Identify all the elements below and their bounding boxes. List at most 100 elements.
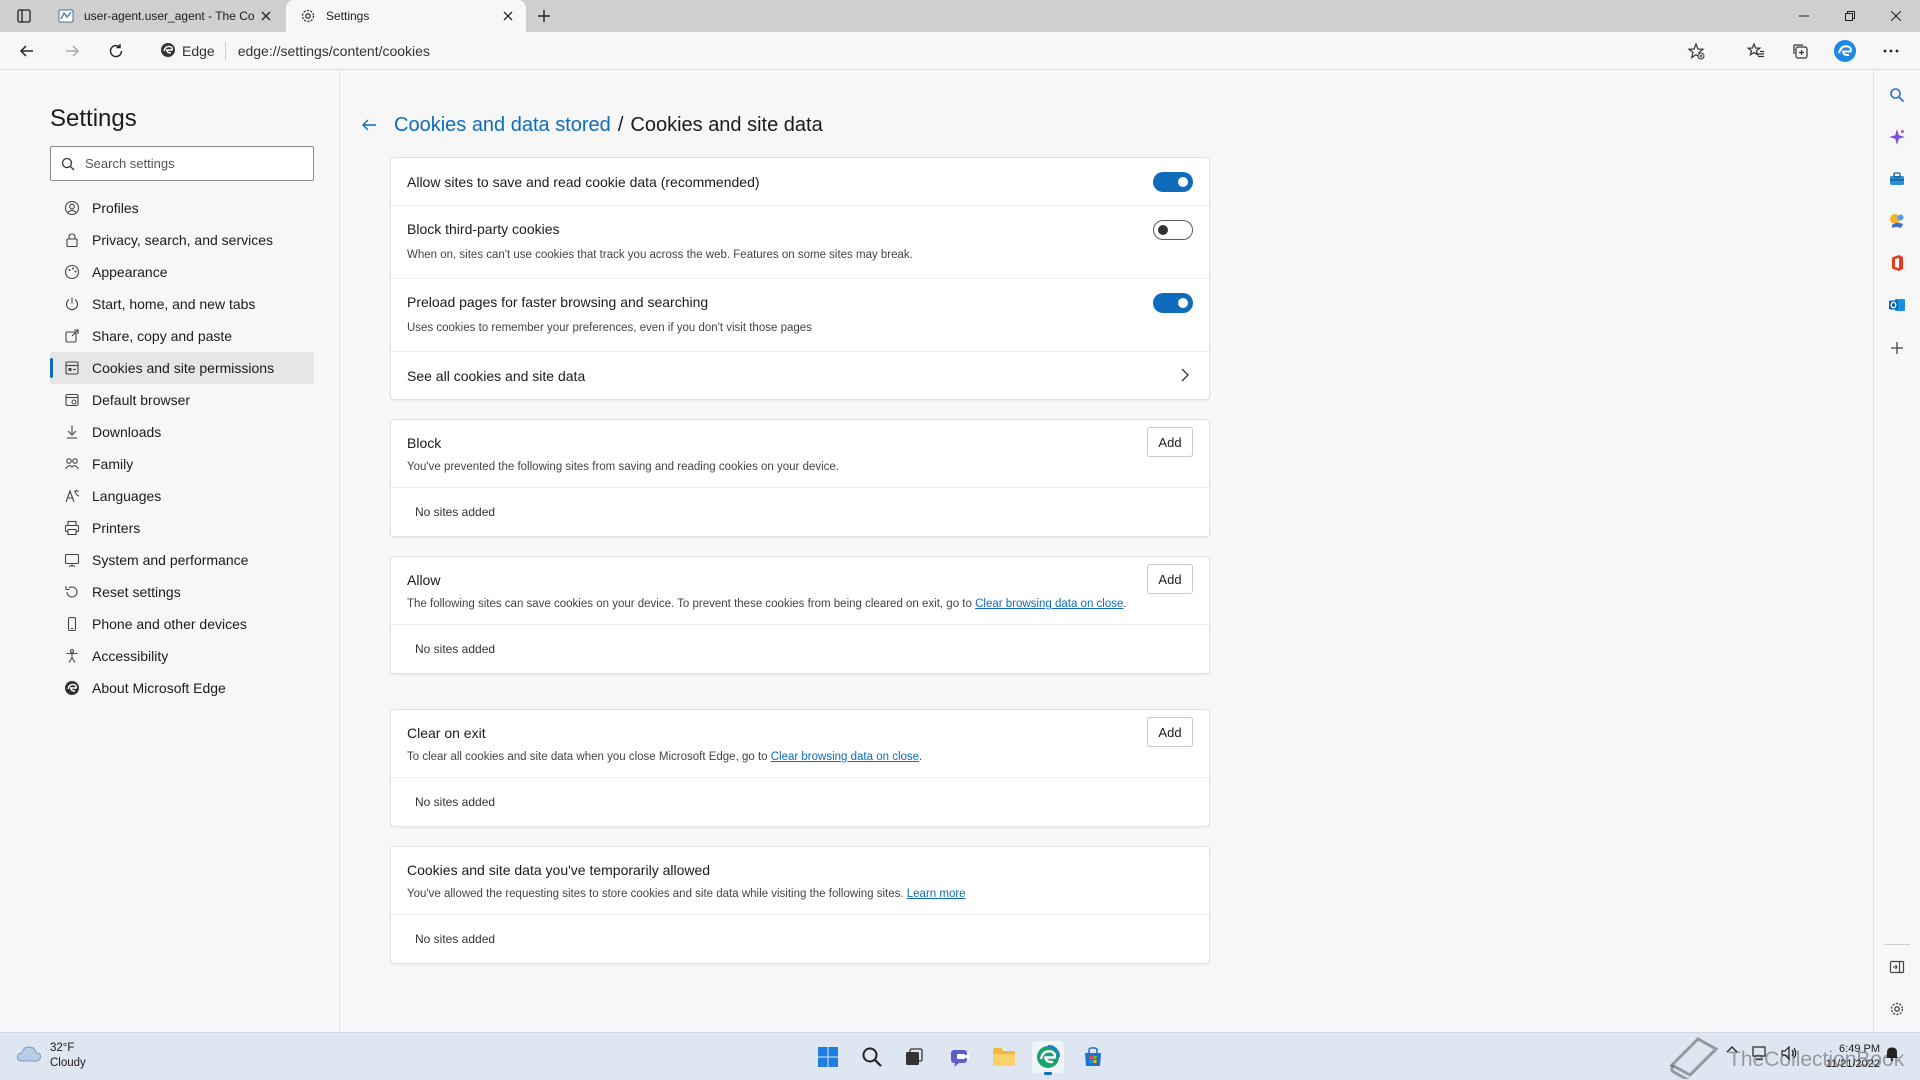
tab-settings[interactable]: Settings bbox=[286, 0, 526, 32]
block-title: Block bbox=[407, 435, 442, 451]
notifications-bell-icon[interactable] bbox=[1884, 1045, 1900, 1061]
see-all-cookies-row[interactable]: See all cookies and site data bbox=[391, 352, 1209, 399]
tab-title: Settings bbox=[326, 9, 370, 23]
more-options-icon[interactable] bbox=[1876, 37, 1906, 65]
nav-item-default-browser[interactable]: Default browser bbox=[50, 384, 314, 416]
sidebar-hide-icon[interactable] bbox=[1883, 953, 1911, 981]
site-identity-chip[interactable]: Edge bbox=[150, 42, 226, 60]
nav-item-cookies-permissions[interactable]: Cookies and site permissions bbox=[50, 352, 314, 384]
sidebar-search-icon[interactable] bbox=[1883, 81, 1911, 109]
show-hidden-icons-chevron-icon[interactable] bbox=[1726, 1045, 1738, 1053]
refresh-icon[interactable] bbox=[101, 37, 131, 65]
minimize-window-icon[interactable] bbox=[1781, 0, 1827, 32]
sidebar-tools-icon[interactable] bbox=[1883, 165, 1911, 193]
tab-actions-menu-icon[interactable] bbox=[8, 4, 40, 28]
file-explorer-icon[interactable] bbox=[988, 1041, 1020, 1073]
volume-icon[interactable] bbox=[1780, 1045, 1798, 1061]
address-bar[interactable]: Edge edge://settings/content/cookies bbox=[150, 37, 1710, 65]
nav-item-system-performance[interactable]: System and performance bbox=[50, 544, 314, 576]
allow-cookies-title: Allow sites to save and read cookie data… bbox=[407, 174, 760, 190]
search-settings-box[interactable] bbox=[50, 146, 314, 181]
clock[interactable]: 6:49 PM 11/21/2022 bbox=[1826, 1042, 1880, 1072]
nav-item-share-copy[interactable]: Share, copy and paste bbox=[50, 320, 314, 352]
allow-empty-state: No sites added bbox=[415, 642, 496, 656]
nav-item-printers[interactable]: Printers bbox=[50, 512, 314, 544]
weather-condition: Cloudy bbox=[50, 1057, 86, 1069]
settings-title: Settings bbox=[50, 105, 137, 132]
learn-more-link[interactable]: Learn more bbox=[907, 888, 966, 900]
profile-avatar-icon[interactable] bbox=[1830, 37, 1860, 65]
sidebar-add-icon[interactable] bbox=[1883, 334, 1911, 362]
nav-item-accessibility[interactable]: Accessibility bbox=[50, 640, 314, 672]
profile-icon bbox=[64, 200, 80, 216]
teams-chat-icon[interactable] bbox=[944, 1041, 976, 1073]
new-tab-button[interactable] bbox=[530, 4, 558, 28]
preload-pages-desc: Uses cookies to remember your preference… bbox=[407, 322, 812, 334]
edge-logo-icon bbox=[160, 42, 176, 61]
windows-start-icon[interactable] bbox=[812, 1041, 844, 1073]
close-tab-icon[interactable] bbox=[496, 4, 520, 28]
back-icon[interactable] bbox=[12, 37, 42, 65]
edge-taskbar-icon[interactable] bbox=[1032, 1041, 1064, 1075]
allow-cookies-toggle[interactable] bbox=[1153, 172, 1193, 192]
browser-toolbar: Edge edge://settings/content/cookies bbox=[0, 32, 1920, 70]
sidebar-discover-icon[interactable] bbox=[1883, 123, 1911, 151]
collections-icon[interactable] bbox=[1785, 37, 1815, 65]
microsoft-store-icon[interactable] bbox=[1077, 1041, 1109, 1073]
block-add-button[interactable]: Add bbox=[1147, 427, 1193, 457]
page-title: Cookies and site data bbox=[630, 113, 823, 136]
sidebar-settings-gear-icon[interactable] bbox=[1883, 995, 1911, 1023]
favorites-icon[interactable] bbox=[1741, 37, 1771, 65]
temporarily-allowed-empty-state: No sites added bbox=[415, 932, 496, 946]
block-third-party-desc: When on, sites can't use cookies that tr… bbox=[407, 249, 913, 261]
weather-widget[interactable]: 32°F Cloudy bbox=[16, 1041, 86, 1071]
search-settings-input[interactable] bbox=[85, 156, 313, 171]
task-view-icon[interactable] bbox=[898, 1041, 930, 1073]
cloud-icon bbox=[16, 1045, 42, 1068]
nav-item-phone-devices[interactable]: Phone and other devices bbox=[50, 608, 314, 640]
clear-on-exit-empty-state: No sites added bbox=[415, 795, 496, 809]
nav-item-appearance[interactable]: Appearance bbox=[50, 256, 314, 288]
taskbar-search-icon[interactable] bbox=[856, 1041, 888, 1073]
nav-item-languages[interactable]: Languages bbox=[50, 480, 314, 512]
clear-on-exit-clear-browsing-link[interactable]: Clear browsing data on close bbox=[771, 751, 919, 763]
temporarily-allowed-section: Cookies and site data you've temporarily… bbox=[390, 846, 1210, 964]
block-third-party-title: Block third-party cookies bbox=[407, 221, 560, 237]
breadcrumb-separator: / bbox=[617, 113, 624, 136]
nav-item-label: Appearance bbox=[92, 264, 168, 280]
sidebar-games-icon[interactable] bbox=[1883, 207, 1911, 235]
nav-item-start-home[interactable]: Start, home, and new tabs bbox=[50, 288, 314, 320]
page-favicon-icon bbox=[58, 8, 74, 24]
breadcrumb-cookies-data-stored[interactable]: Cookies and data stored bbox=[394, 114, 611, 137]
preload-pages-toggle[interactable] bbox=[1153, 293, 1193, 313]
temporarily-allowed-header-row: Cookies and site data you've temporarily… bbox=[391, 847, 1209, 915]
nav-item-reset[interactable]: Reset settings bbox=[50, 576, 314, 608]
close-window-icon[interactable] bbox=[1873, 0, 1919, 32]
allow-add-button[interactable]: Add bbox=[1147, 564, 1193, 594]
forward-icon[interactable] bbox=[57, 37, 87, 65]
nav-item-privacy[interactable]: Privacy, search, and services bbox=[50, 224, 314, 256]
close-tab-icon[interactable] bbox=[254, 4, 278, 28]
back-arrow-icon[interactable] bbox=[354, 111, 384, 139]
sidebar-office-icon[interactable] bbox=[1883, 249, 1911, 277]
block-empty-state: No sites added bbox=[415, 505, 496, 519]
power-icon bbox=[64, 296, 80, 312]
block-third-party-toggle[interactable] bbox=[1153, 220, 1193, 240]
temporarily-allowed-title: Cookies and site data you've temporarily… bbox=[407, 862, 711, 878]
allow-clear-browsing-link[interactable]: Clear browsing data on close bbox=[975, 598, 1123, 610]
nav-item-about-edge[interactable]: About Microsoft Edge bbox=[50, 672, 314, 704]
windows-taskbar: 32°F Cloudy TheCollectionBook 6:49 PM 11… bbox=[0, 1032, 1920, 1080]
nav-item-profiles[interactable]: Profiles bbox=[50, 192, 314, 224]
url-text[interactable]: edge://settings/content/cookies bbox=[226, 43, 430, 59]
sidebar-outlook-icon[interactable] bbox=[1883, 291, 1911, 319]
clear-on-exit-add-button[interactable]: Add bbox=[1147, 717, 1193, 747]
restore-window-icon[interactable] bbox=[1827, 0, 1873, 32]
settings-main: Cookies and data stored / Cookies and si… bbox=[340, 71, 1873, 1032]
add-favorite-icon[interactable] bbox=[1682, 37, 1710, 65]
network-icon[interactable] bbox=[1752, 1045, 1770, 1061]
reset-icon bbox=[64, 584, 80, 600]
tab-user-agent[interactable]: user-agent.user_agent - The Coll bbox=[44, 0, 284, 32]
nav-item-downloads[interactable]: Downloads bbox=[50, 416, 314, 448]
nav-item-family[interactable]: Family bbox=[50, 448, 314, 480]
temporarily-allowed-desc: You've allowed the requesting sites to s… bbox=[407, 886, 966, 902]
